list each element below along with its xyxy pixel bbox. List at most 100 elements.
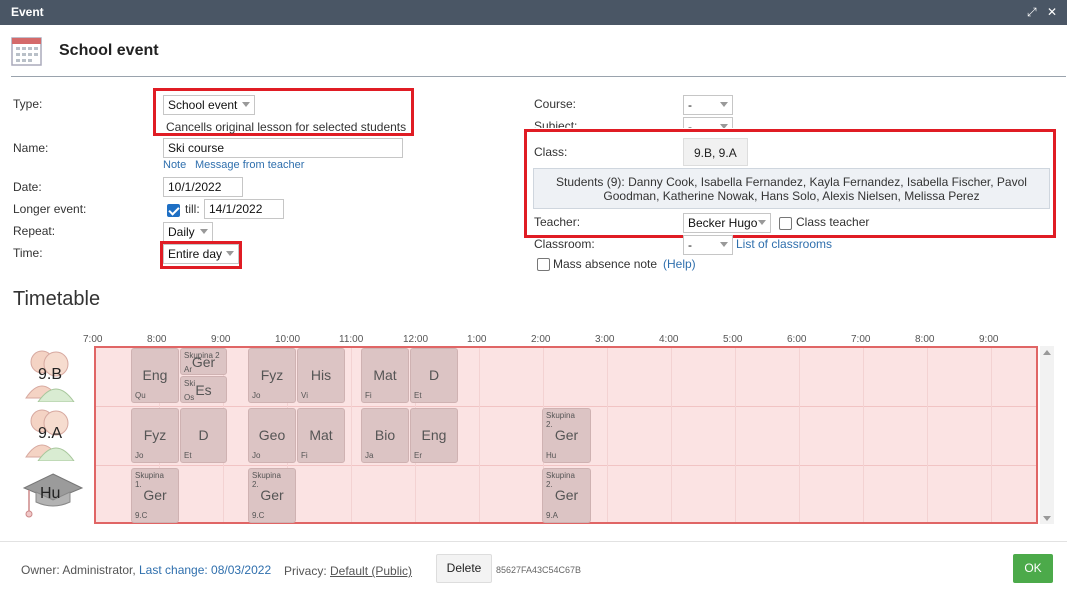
chevron-down-icon [226,251,234,256]
ok-button[interactable]: OK [1013,554,1053,583]
hour-label: 7:00 [851,334,871,345]
lesson-card[interactable]: Ski Es Os [180,376,227,403]
hour-label: 6:00 [787,334,807,345]
owner-text: Owner: Administrator, [21,563,136,577]
help-link[interactable]: (Help) [663,257,696,271]
lesson-card[interactable]: Skupina 2 Ger Ar [180,348,227,375]
hour-gridline [351,348,352,522]
event-id: 85627FA43C54C67B [496,565,582,575]
lesson-card[interactable]: Skupina 2. Ger Hu [542,408,591,463]
longer-event-checkbox[interactable] [167,204,180,217]
hour-label: 9:00 [979,334,999,345]
close-icon[interactable]: ✕ [1047,5,1057,19]
calendar-icon [11,35,42,66]
note-link[interactable]: Note [163,159,186,171]
type-note: Cancells original lesson for selected st… [166,120,407,134]
hour-gridline [799,348,800,522]
row-divider [96,465,1036,466]
time-select[interactable]: Entire day [163,244,239,264]
hour-label: 7:00 [83,334,103,345]
course-select[interactable]: - [683,95,733,115]
class-row-9a[interactable]: 9.A [22,405,82,461]
lesson-card[interactable]: Skupina 2. Ger 9.A [542,468,591,523]
till-date-input[interactable]: 14/1/2022 [204,199,284,219]
teacher-row-hu[interactable]: Hu [22,468,84,520]
delete-button[interactable]: Delete [436,554,492,583]
chevron-down-icon [758,220,766,225]
chevron-down-icon [720,242,728,247]
name-input[interactable]: Ski course [163,138,403,158]
time-label: Time: [13,246,43,260]
teacher-select[interactable]: Becker Hugo [683,213,771,233]
scroll-down-icon[interactable] [1043,516,1051,521]
lesson-card[interactable]: D Et [410,348,458,403]
hour-label: 5:00 [723,334,743,345]
privacy-label: Privacy: [284,564,327,578]
timetable-title: Timetable [13,288,101,310]
classroom-select[interactable]: - [683,235,733,255]
lesson-card[interactable]: Mat Fi [361,348,409,403]
hour-label: 2:00 [531,334,551,345]
hour-label: 10:00 [275,334,301,345]
window-titlebar: Event ⤢ ✕ [0,0,1067,25]
hour-label: 11:00 [339,334,364,345]
hour-label: 9:00 [211,334,231,345]
timetable-scrollbar[interactable] [1040,346,1054,524]
hour-gridline [991,348,992,522]
lesson-card[interactable]: D Et [180,408,227,463]
last-change-link[interactable]: Last change: 08/03/2022 [139,563,271,577]
hour-gridline [607,348,608,522]
lesson-card[interactable]: His Vi [297,348,345,403]
chevron-down-icon [242,102,250,107]
teacher-label: Teacher: [534,215,581,229]
hour-label: 8:00 [915,334,935,345]
hour-label: 12:00 [403,334,429,345]
class-teacher-label: Class teacher [796,215,870,229]
mass-absence-label: Mass absence note [553,257,658,271]
class-row-9b[interactable]: 9.B [22,346,82,402]
lesson-card[interactable]: Fyz Jo [248,348,296,403]
row-divider [96,406,1036,407]
date-input[interactable]: 10/1/2022 [163,177,243,197]
lesson-card[interactable]: Skupina 1. Ger 9.C [131,468,179,523]
hour-gridline [735,348,736,522]
hour-gridline [927,348,928,522]
lesson-card[interactable]: Mat Fi [297,408,345,463]
timetable-grid: Eng Qu Skupina 2 Ger Ar Ski Es Os Fyz Jo… [94,346,1038,524]
course-label: Course: [534,97,577,111]
lesson-card[interactable]: Eng Qu [131,348,179,403]
hour-label: 3:00 [595,334,615,345]
name-label: Name: [13,141,49,155]
mass-absence-checkbox[interactable] [537,258,550,271]
hour-label: 8:00 [147,334,167,345]
hour-gridline [863,348,864,522]
message-from-teacher-link[interactable]: Message from teacher [195,159,304,171]
till-label: till: [185,202,200,216]
footer-divider [0,541,1067,542]
chevron-down-icon [200,229,208,234]
date-label: Date: [13,180,42,194]
hour-gridline [671,348,672,522]
lesson-card[interactable]: Fyz Jo [131,408,179,463]
hour-label: 4:00 [659,334,679,345]
scroll-up-icon[interactable] [1043,350,1051,355]
type-label: Type: [13,97,43,111]
maximize-icon[interactable]: ⤢ [1027,5,1037,20]
lesson-card[interactable]: Geo Jo [248,408,296,463]
page-title: School event [59,42,159,59]
privacy-link[interactable]: Default (Public) [330,564,412,578]
class-teacher-checkbox[interactable] [779,217,792,230]
type-select[interactable]: School event [163,95,255,115]
repeat-select[interactable]: Daily [163,222,213,242]
chevron-down-icon [720,102,728,107]
list-of-classrooms-link[interactable]: List of classrooms [736,237,832,251]
students-list: Students (9): Danny Cook, Isabella Ferna… [533,168,1050,209]
lesson-card[interactable]: Eng Er [410,408,458,463]
class-value-box[interactable]: 9.B, 9.A [683,138,748,166]
window-title: Event [11,5,44,19]
lesson-card[interactable]: Skupina 2. Ger 9.C [248,468,296,523]
hour-label: 1:00 [467,334,487,345]
class-label: Class: [534,145,568,159]
classroom-label: Classroom: [534,237,595,251]
lesson-card[interactable]: Bio Ja [361,408,409,463]
